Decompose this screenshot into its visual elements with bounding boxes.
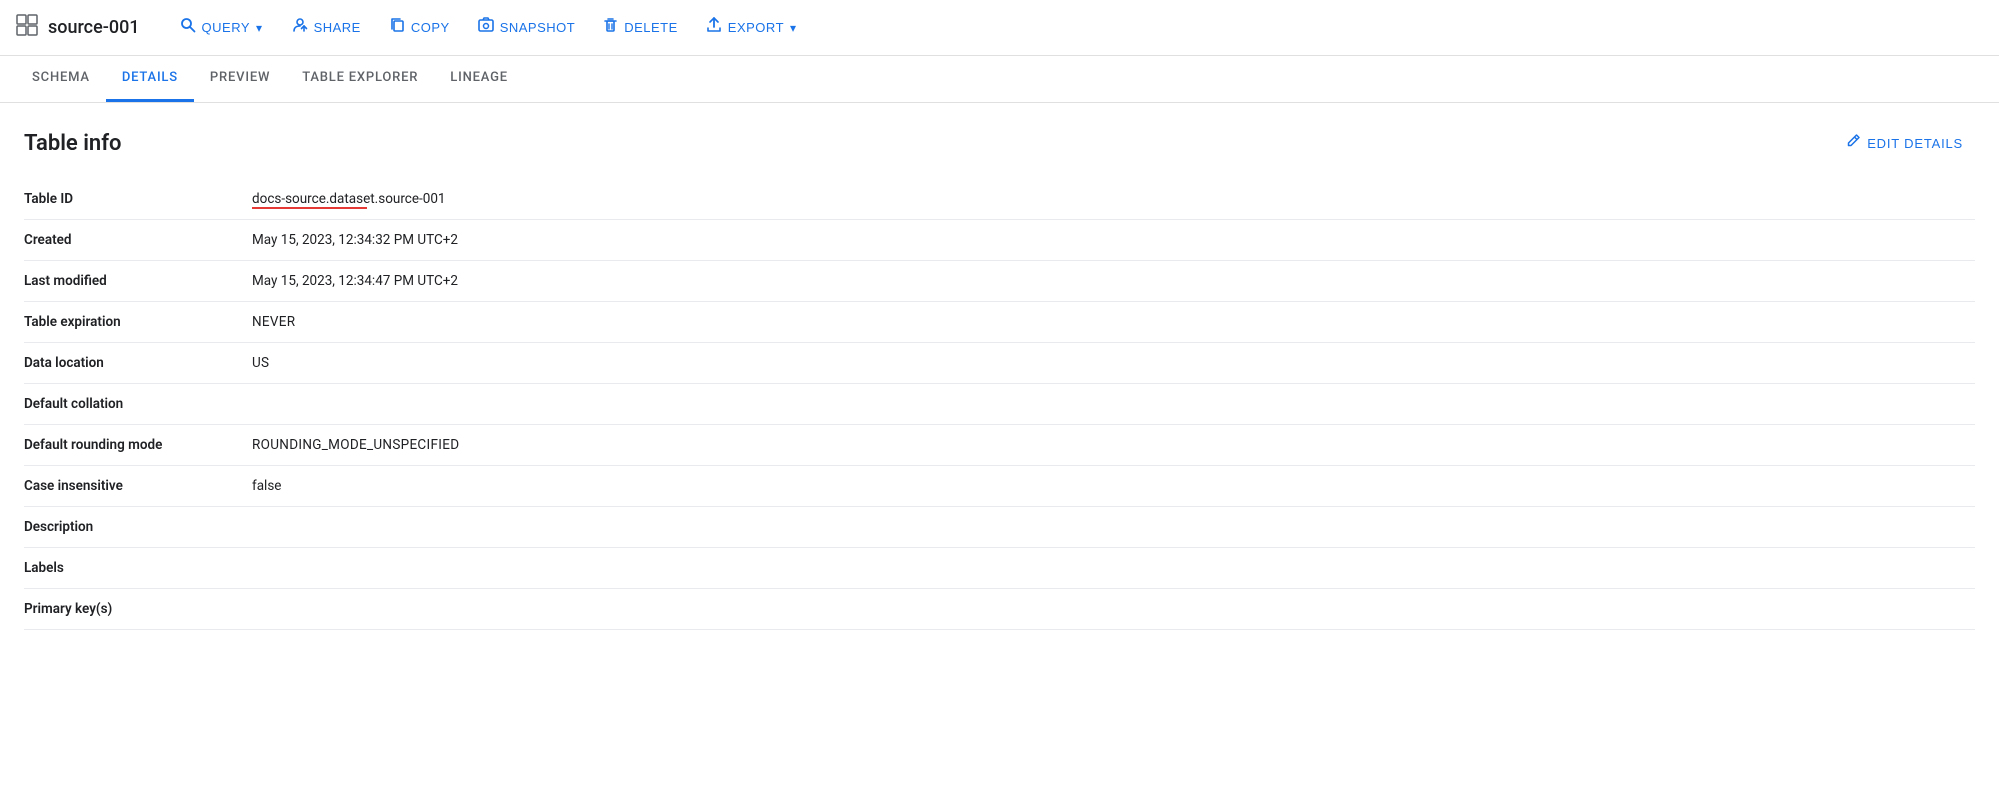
page-title: source-001 [48,17,140,38]
tab-schema[interactable]: SCHEMA [16,56,106,102]
row-label: Created [24,220,244,261]
edit-details-button[interactable]: EDIT DETAILS [1834,127,1975,159]
table-row: Primary key(s) [24,589,1975,630]
tab-details[interactable]: DETAILS [106,56,194,102]
row-label: Description [24,507,244,548]
main-content: Table info EDIT DETAILS Table ID docs-so… [0,103,1999,654]
edit-details-label: EDIT DETAILS [1867,136,1963,151]
row-label: Labels [24,548,244,589]
table-id-value: docs-source.dataset.source-001 [252,191,446,207]
query-button[interactable]: QUERY ▾ [168,11,275,44]
delete-icon [603,17,618,38]
tab-table-explorer[interactable]: TABLE EXPLORER [286,56,434,102]
table-row: Created May 15, 2023, 12:34:32 PM UTC+2 [24,220,1975,261]
row-label: Primary key(s) [24,589,244,630]
row-value: May 15, 2023, 12:34:47 PM UTC+2 [244,261,1975,302]
table-grid-icon [16,14,38,42]
toolbar-title-area: source-001 [16,14,140,42]
tabs-bar: SCHEMA DETAILS PREVIEW TABLE EXPLORER LI… [0,56,1999,103]
toolbar-actions: QUERY ▾ SHARE [168,11,1983,44]
snapshot-icon [478,17,494,38]
row-label: Table ID [24,179,244,220]
row-label: Default collation [24,384,244,425]
row-label: Data location [24,343,244,384]
query-label: QUERY [202,20,251,35]
edit-pencil-icon [1846,133,1861,153]
tab-preview[interactable]: PREVIEW [194,56,286,102]
toolbar: source-001 QUERY ▾ [0,0,1999,56]
export-label: EXPORT [728,20,784,35]
row-value [244,548,1975,589]
export-button[interactable]: EXPORT ▾ [694,11,809,44]
table-row: Labels [24,548,1975,589]
export-icon [706,17,722,38]
row-value [244,384,1975,425]
query-chevron-icon: ▾ [256,21,263,35]
snapshot-button[interactable]: SNAPSHOT [466,11,588,44]
section-title: Table info [24,131,122,156]
info-table: Table ID docs-source.dataset.source-001 … [24,179,1975,630]
export-chevron-icon: ▾ [790,21,797,35]
row-value: ROUNDING_MODE_UNSPECIFIED [244,425,1975,466]
delete-button[interactable]: DELETE [591,11,690,44]
copy-icon [389,17,405,38]
table-row: Data location US [24,343,1975,384]
row-label: Last modified [24,261,244,302]
share-label: SHARE [314,20,361,35]
row-value: docs-source.dataset.source-001 [244,179,1975,220]
row-value: NEVER [244,302,1975,343]
row-label: Default rounding mode [24,425,244,466]
section-header: Table info EDIT DETAILS [24,127,1975,159]
row-label: Table expiration [24,302,244,343]
table-row: Last modified May 15, 2023, 12:34:47 PM … [24,261,1975,302]
share-icon [291,17,308,38]
delete-label: DELETE [624,20,678,35]
row-label: Case insensitive [24,466,244,507]
query-icon [180,17,196,38]
snapshot-label: SNAPSHOT [500,20,576,35]
table-row: Description [24,507,1975,548]
table-row: Default rounding mode ROUNDING_MODE_UNSP… [24,425,1975,466]
table-row: Table ID docs-source.dataset.source-001 [24,179,1975,220]
row-value [244,589,1975,630]
share-button[interactable]: SHARE [279,11,373,44]
row-value: May 15, 2023, 12:34:32 PM UTC+2 [244,220,1975,261]
row-value: false [244,466,1975,507]
row-value [244,507,1975,548]
copy-label: COPY [411,20,450,35]
table-row: Default collation [24,384,1975,425]
table-row: Case insensitive false [24,466,1975,507]
copy-button[interactable]: COPY [377,11,462,44]
table-row: Table expiration NEVER [24,302,1975,343]
tab-lineage[interactable]: LINEAGE [434,56,524,102]
row-value: US [244,343,1975,384]
